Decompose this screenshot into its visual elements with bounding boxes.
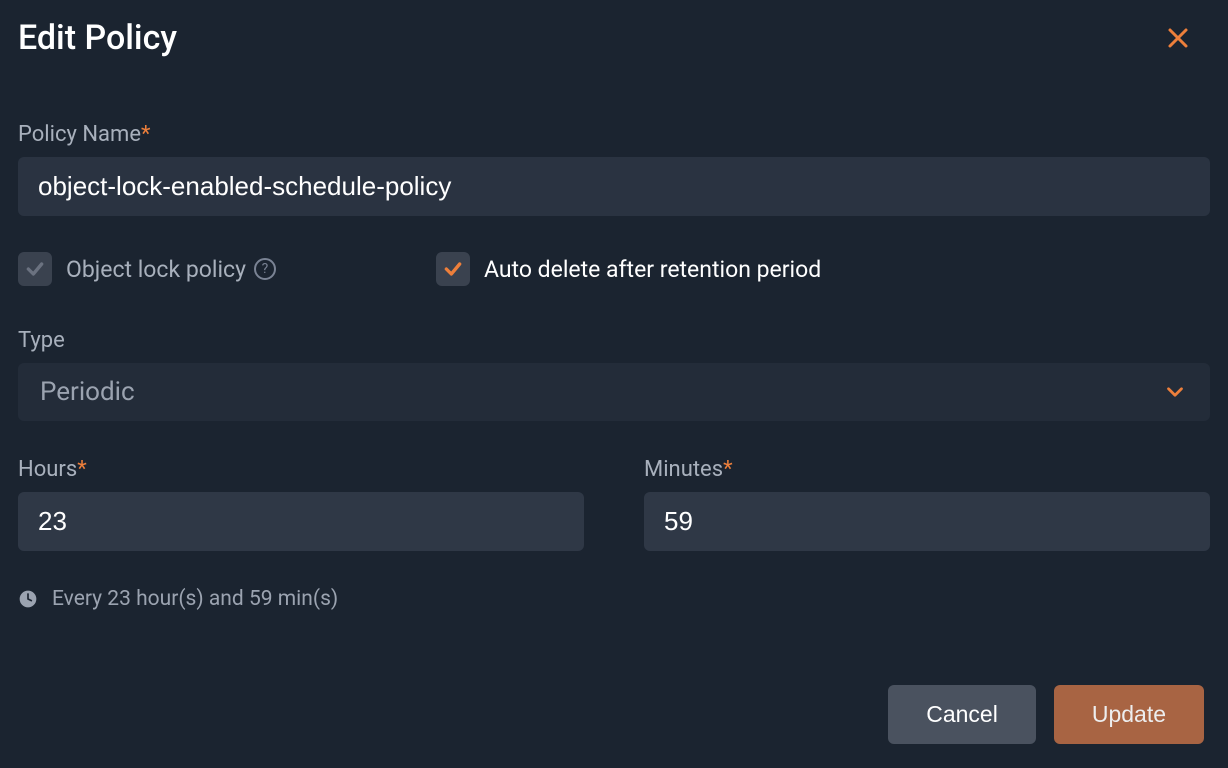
minutes-label: Minutes* bbox=[644, 457, 1210, 482]
object-lock-checkbox bbox=[18, 252, 52, 286]
chevron-down-icon bbox=[1162, 379, 1188, 405]
hours-input[interactable] bbox=[18, 492, 584, 551]
type-label: Type bbox=[18, 328, 1210, 353]
policy-name-input[interactable] bbox=[18, 157, 1210, 216]
cancel-button[interactable]: Cancel bbox=[888, 685, 1036, 744]
policy-name-label: Policy Name* bbox=[18, 122, 1210, 147]
auto-delete-label: Auto delete after retention period bbox=[484, 256, 821, 283]
check-icon bbox=[443, 259, 463, 279]
schedule-summary: Every 23 hour(s) and 59 min(s) bbox=[18, 587, 1210, 611]
hours-label: Hours* bbox=[18, 457, 584, 482]
auto-delete-checkbox[interactable] bbox=[436, 252, 470, 286]
minutes-input[interactable] bbox=[644, 492, 1210, 551]
help-icon[interactable]: ? bbox=[254, 258, 276, 280]
close-button[interactable] bbox=[1164, 24, 1192, 52]
clock-icon bbox=[18, 589, 38, 609]
close-icon bbox=[1166, 26, 1190, 50]
update-button[interactable]: Update bbox=[1054, 685, 1204, 744]
type-select[interactable]: Periodic bbox=[18, 363, 1210, 421]
check-icon bbox=[25, 259, 45, 279]
object-lock-label: Object lock policy ? bbox=[66, 256, 276, 283]
dialog-title: Edit Policy bbox=[18, 18, 177, 58]
type-value: Periodic bbox=[40, 377, 135, 407]
